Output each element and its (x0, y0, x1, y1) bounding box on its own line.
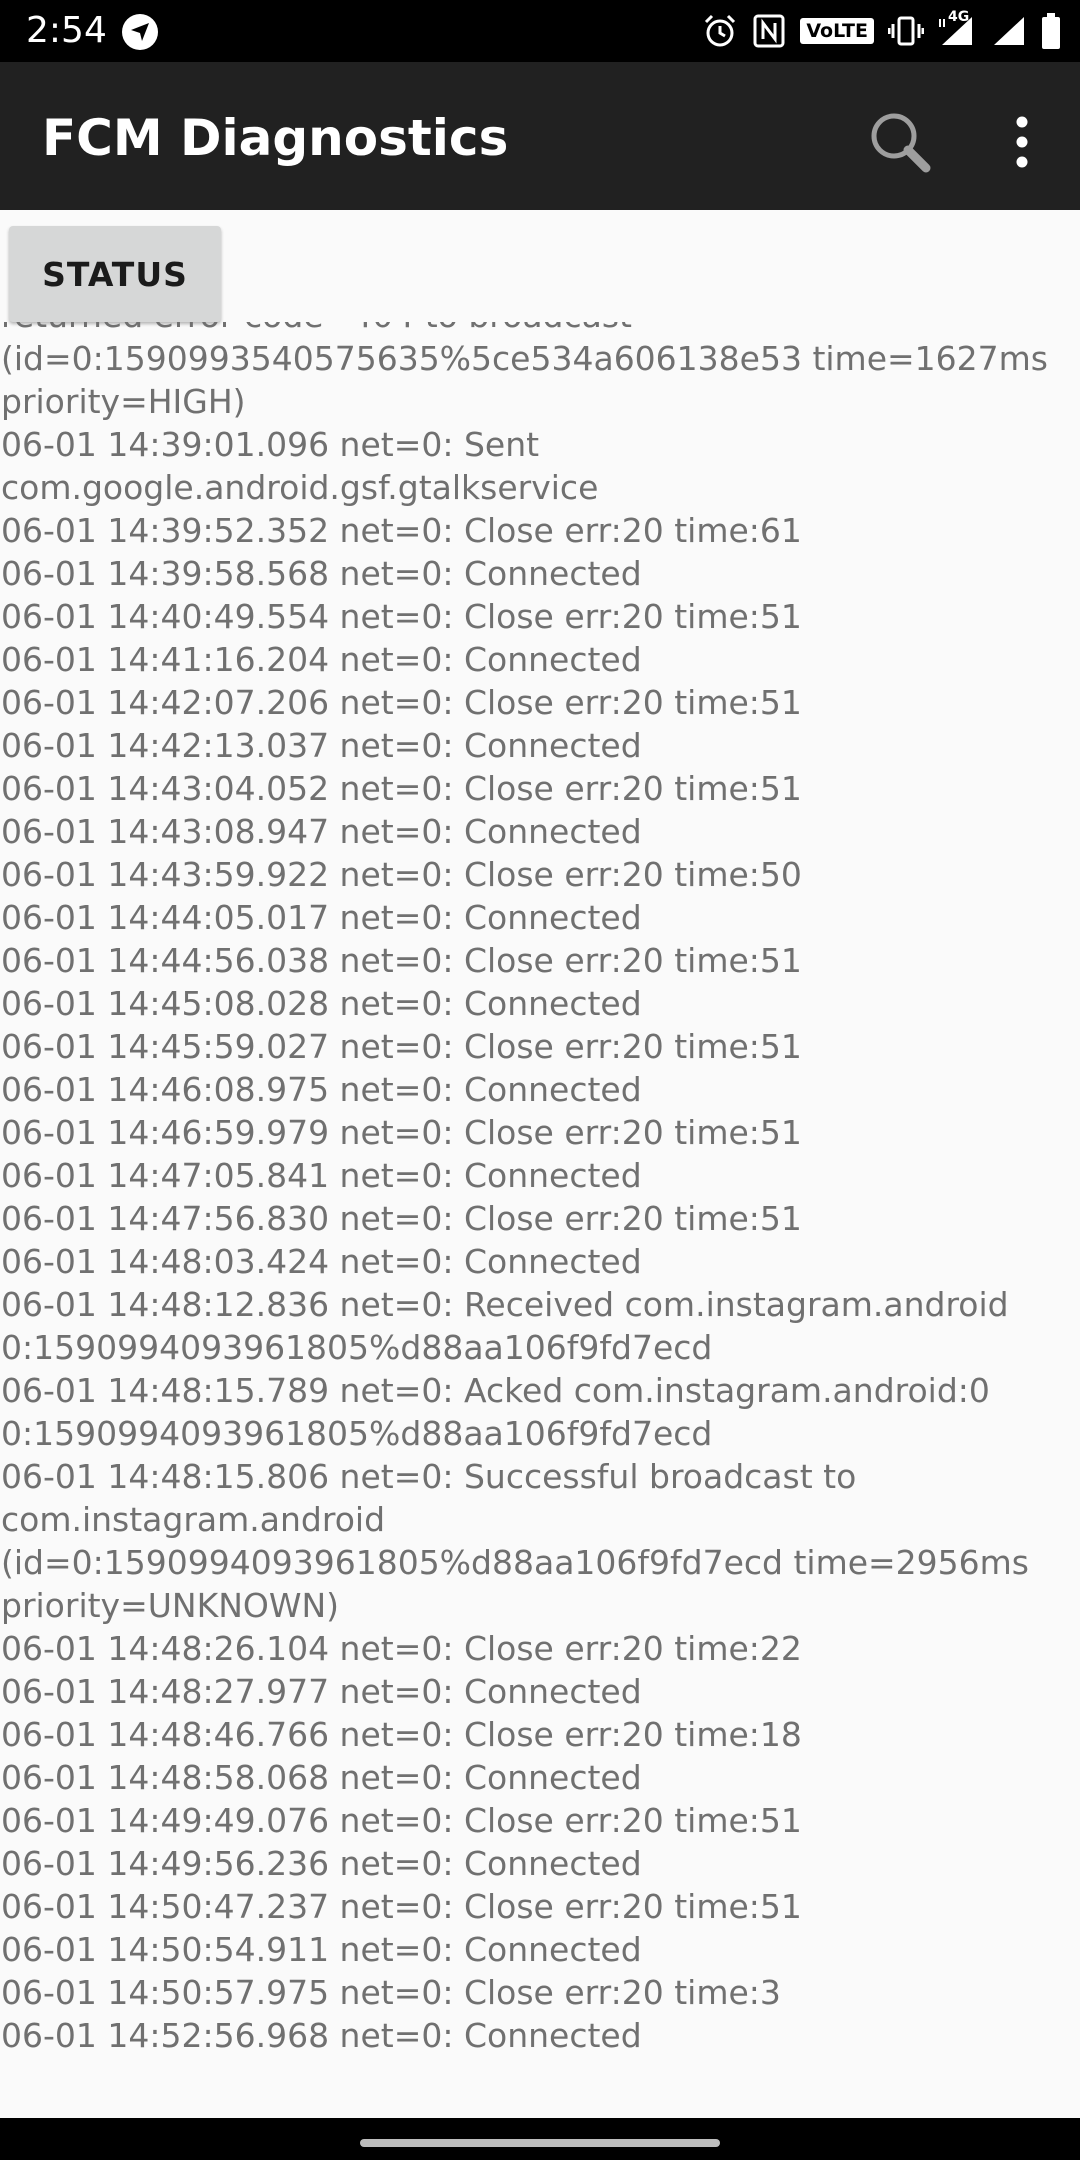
direction-arrow-icon (122, 14, 158, 50)
more-vertical-icon (1016, 116, 1028, 168)
overflow-menu-button[interactable] (992, 104, 1052, 180)
log-line: 06-01 14:47:56.830 net=0: Close err:20 t… (1, 1199, 802, 1238)
log-line: (id=0:1590993540575635%5ce534a606138e53 … (1, 339, 1059, 421)
log-line: 06-01 14:42:13.037 net=0: Connected (1, 726, 642, 765)
alarm-clock-icon (705, 14, 736, 47)
navigation-bar (0, 2118, 1080, 2160)
log-line: 06-01 14:43:04.052 net=0: Close err:20 t… (1, 769, 802, 808)
log-scroll-view[interactable]: returned error code=404 to broadcast (id=… (0, 322, 1080, 2118)
log-line: 06-01 14:48:27.977 net=0: Connected (1, 1672, 642, 1711)
log-line: 06-01 14:47:05.841 net=0: Connected (1, 1156, 642, 1195)
log-text: returned error code=404 to broadcast (id=… (1, 322, 1071, 2057)
battery-icon (1042, 13, 1060, 49)
app-title: FCM Diagnostics (42, 109, 509, 167)
log-line: 06-01 14:39:01.096 net=0: Sent com.googl… (1, 425, 599, 507)
log-line: 06-01 14:48:15.789 net=0: Acked com.inst… (1, 1371, 1001, 1453)
log-line: 06-01 14:46:59.979 net=0: Close err:20 t… (1, 1113, 802, 1152)
log-line: 06-01 14:50:54.911 net=0: Connected (1, 1930, 642, 1969)
log-line: 06-01 14:48:46.766 net=0: Close err:20 t… (1, 1715, 802, 1754)
log-line: 06-01 14:48:03.424 net=0: Connected (1, 1242, 642, 1281)
log-line: 06-01 14:39:52.352 net=0: Close err:20 t… (1, 511, 802, 550)
log-line: 06-01 14:44:56.038 net=0: Close err:20 t… (1, 941, 802, 980)
app-bar: FCM Diagnostics (0, 62, 1080, 210)
log-line: 06-01 14:48:12.836 net=0: Received com.i… (1, 1285, 1020, 1367)
cell-signal-icon-2 (994, 17, 1024, 45)
home-gesture-handle[interactable] (360, 2139, 720, 2147)
content-area: STATUS returned error code=404 to broadc… (0, 210, 1080, 2118)
log-line: 06-01 14:45:59.027 net=0: Close err:20 t… (1, 1027, 802, 1066)
nfc-icon (753, 14, 785, 48)
status-button[interactable]: STATUS (9, 226, 221, 322)
volte-icon: VoLTE (800, 18, 874, 44)
status-icons: VoLTE 4G (702, 8, 1062, 54)
search-button[interactable] (860, 102, 940, 182)
log-line: 06-01 14:43:08.947 net=0: Connected (1, 812, 642, 851)
log-line: 06-01 14:52:56.968 net=0: Connected (1, 2016, 642, 2055)
log-line: 06-01 14:48:15.806 net=0: Successful bro… (1, 1457, 1040, 1625)
log-line: 06-01 14:39:58.568 net=0: Connected (1, 554, 642, 593)
search-icon (871, 113, 931, 173)
log-line: 06-01 14:49:56.236 net=0: Connected (1, 1844, 642, 1883)
log-line: returned error code=404 to broadcast (1, 322, 1071, 337)
log-line: 06-01 14:44:05.017 net=0: Connected (1, 898, 642, 937)
cell-signal-icon: 4G (938, 9, 978, 49)
network-type-label: 4G (948, 9, 970, 25)
status-bar: 2:54 VoLTE 4G (0, 0, 1080, 62)
log-line: 06-01 14:40:49.554 net=0: Close err:20 t… (1, 597, 802, 636)
vibrate-icon (888, 16, 924, 46)
log-line: 06-01 14:48:26.104 net=0: Close err:20 t… (1, 1629, 802, 1668)
log-line: 06-01 14:49:49.076 net=0: Close err:20 t… (1, 1801, 802, 1840)
log-line: 06-01 14:45:08.028 net=0: Connected (1, 984, 642, 1023)
log-line: 06-01 14:50:47.237 net=0: Close err:20 t… (1, 1887, 802, 1926)
log-line: 06-01 14:46:08.975 net=0: Connected (1, 1070, 642, 1109)
status-time: 2:54 (26, 10, 107, 51)
log-line: 06-01 14:48:58.068 net=0: Connected (1, 1758, 642, 1797)
log-line: 06-01 14:43:59.922 net=0: Close err:20 t… (1, 855, 802, 894)
log-line: 06-01 14:50:57.975 net=0: Close err:20 t… (1, 1973, 781, 2012)
log-line: 06-01 14:41:16.204 net=0: Connected (1, 640, 642, 679)
log-line: 06-01 14:42:07.206 net=0: Close err:20 t… (1, 683, 802, 722)
